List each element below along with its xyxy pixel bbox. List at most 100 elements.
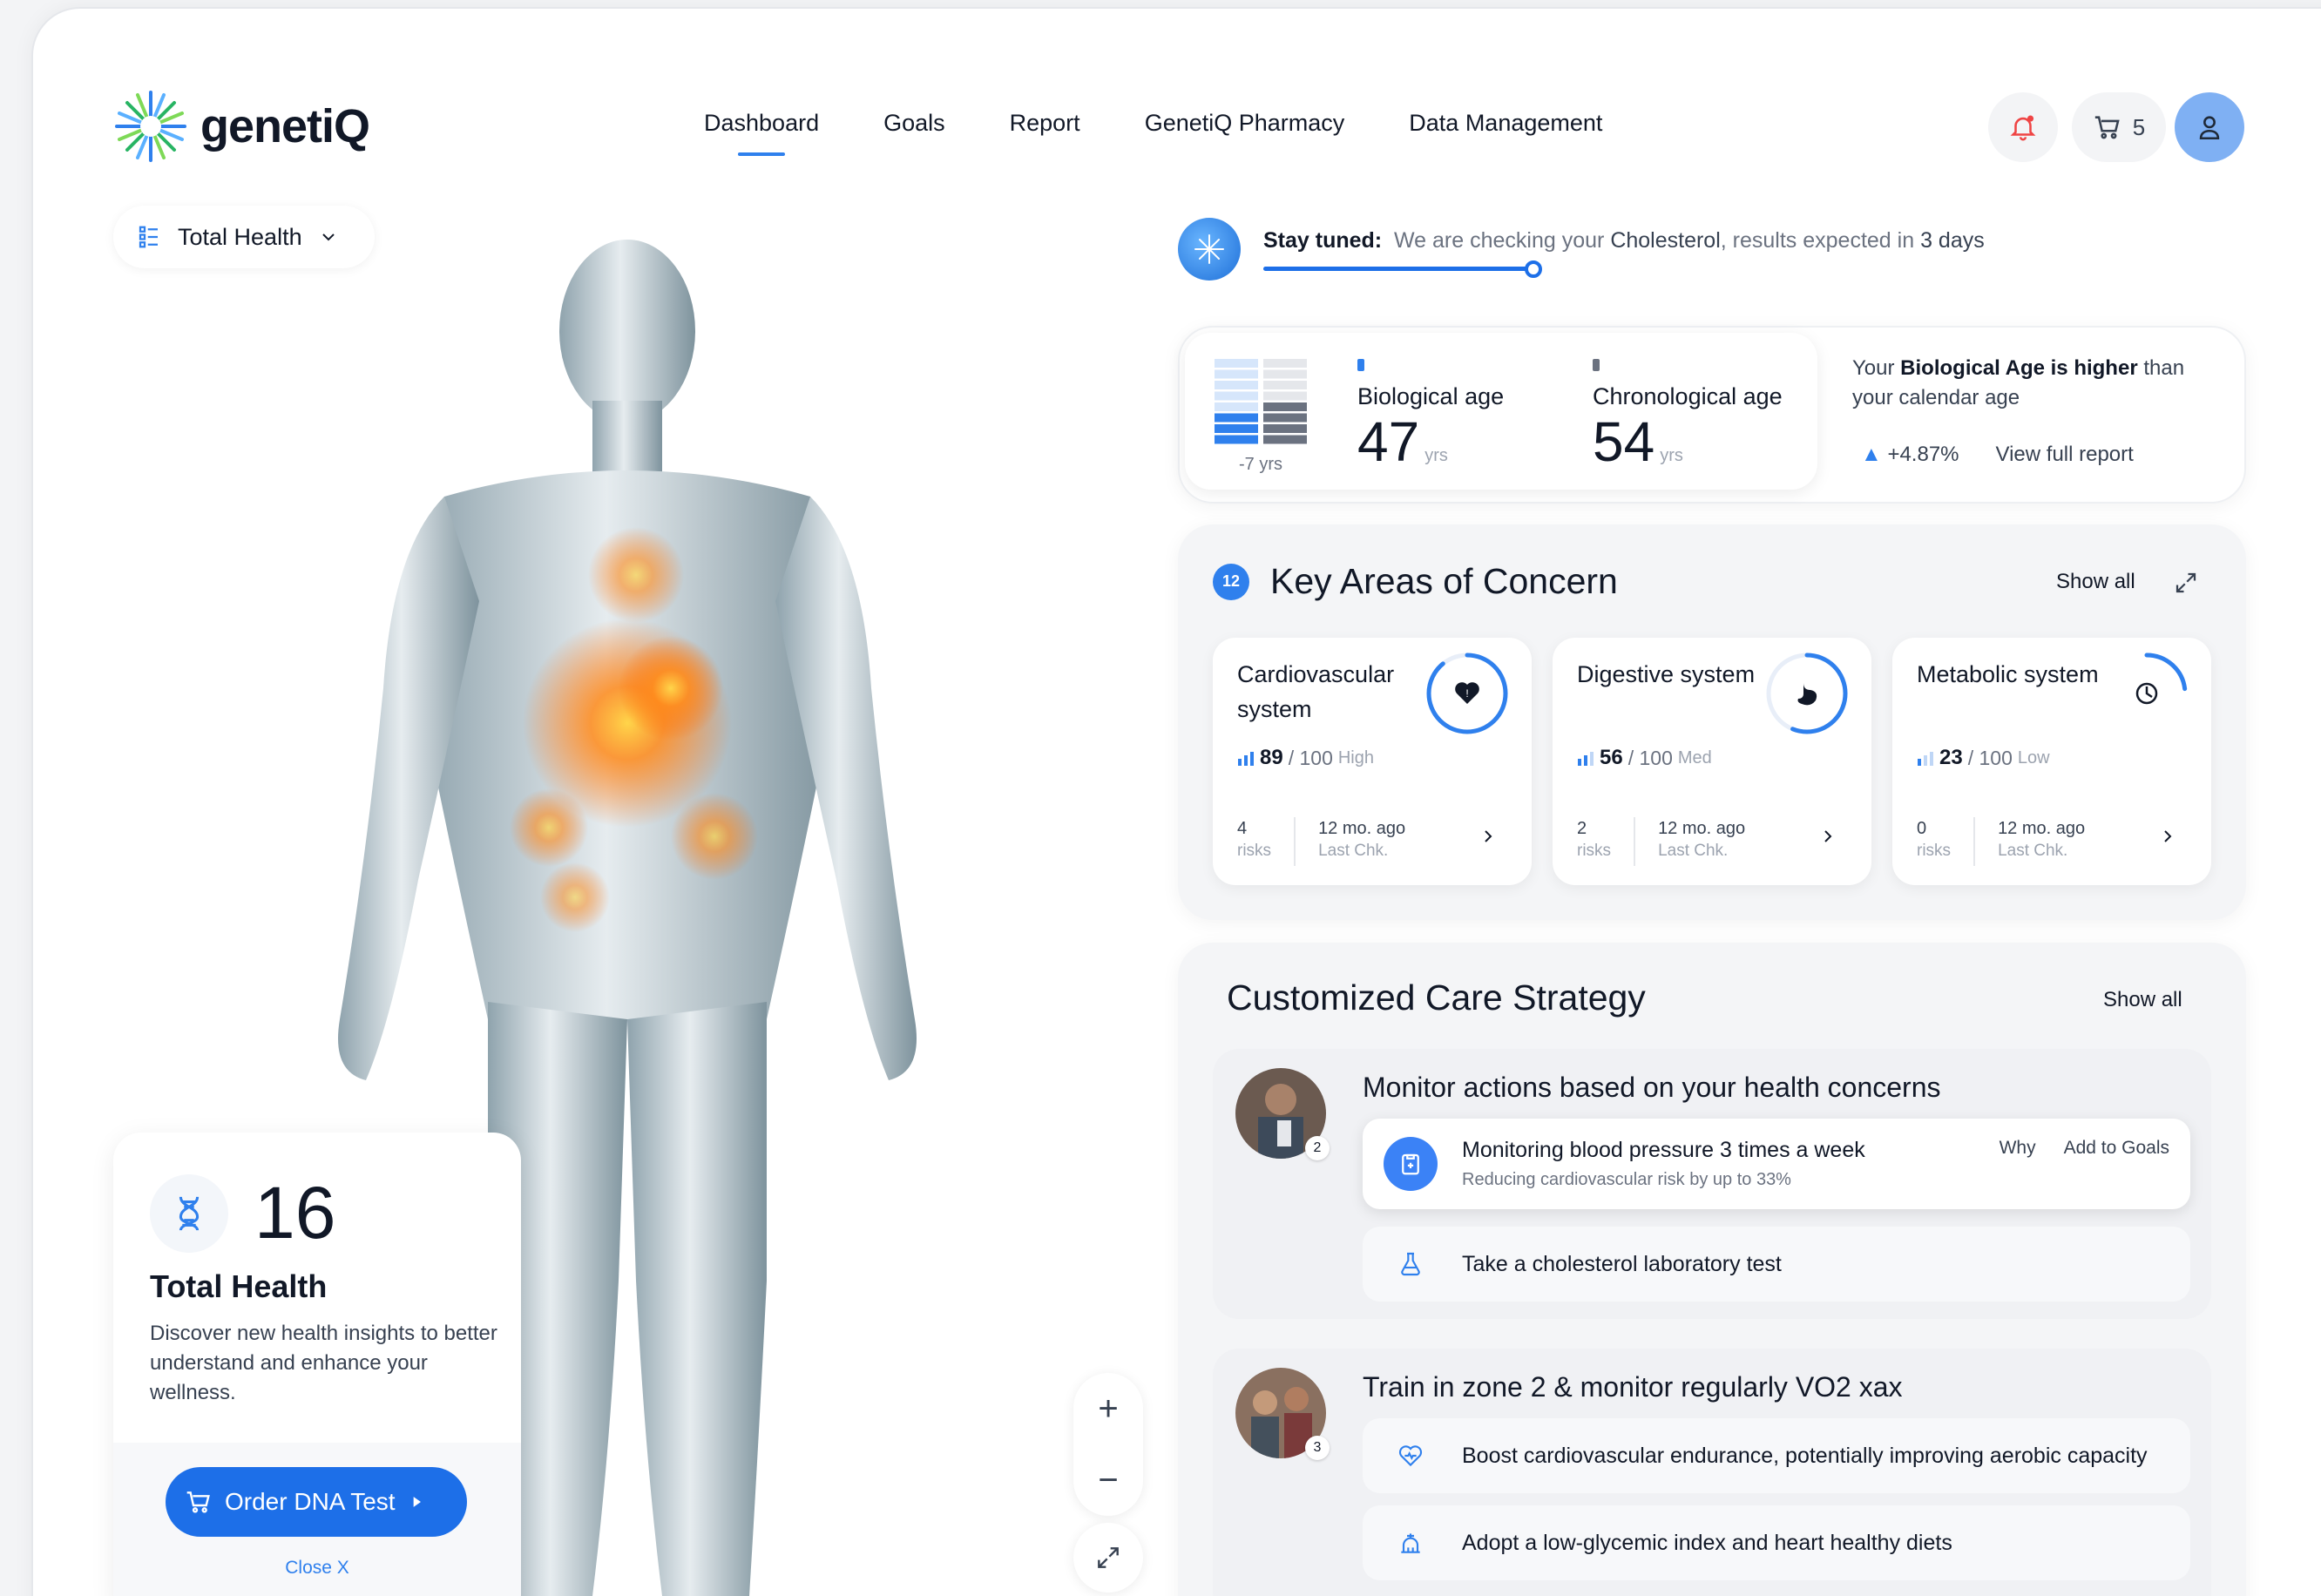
status-prefix: We are checking your bbox=[1394, 228, 1605, 253]
chronological-age-value: 54 yrs bbox=[1593, 410, 1683, 473]
concern-score: 56/ 100 Med bbox=[1577, 746, 1712, 770]
care-group-title: Monitor actions based on your health con… bbox=[1363, 1072, 1941, 1103]
biological-age-bar-block bbox=[1215, 413, 1258, 423]
signal-icon bbox=[1238, 752, 1254, 766]
brand-logo[interactable]: genetiQ bbox=[112, 87, 370, 166]
nav-pharmacy[interactable]: GenetiQ Pharmacy bbox=[1145, 110, 1345, 137]
biological-age-bar-block bbox=[1215, 369, 1258, 379]
care-item[interactable]: Monitoring blood pressure 3 times a week… bbox=[1363, 1119, 2190, 1209]
why-button[interactable]: Why bbox=[2000, 1138, 2036, 1159]
metabolism-icon bbox=[2135, 682, 2158, 705]
info-card-description: Discover new health insights to better u… bbox=[150, 1322, 497, 1404]
status-progress-knob bbox=[1525, 260, 1542, 278]
status-eta: 3 days bbox=[1920, 228, 1985, 253]
age-trend-value: ▲ +4.87% bbox=[1861, 443, 1959, 466]
care-group-monitor: 2 Monitor actions based on your health c… bbox=[1213, 1049, 2211, 1319]
signal-icon bbox=[1578, 752, 1594, 766]
concern-card-cardiovascular[interactable]: Cardiovascular system ! 89/ 100 High 4 ris… bbox=[1213, 638, 1532, 885]
concerns-header: 12 Key Areas of Concern bbox=[1213, 561, 1618, 602]
concern-meta: 4 risks 12 mo. ago Last Chk. bbox=[1237, 817, 1405, 866]
chronological-age-marker bbox=[1593, 359, 1600, 371]
add-to-goals-button[interactable]: Add to Goals bbox=[2064, 1138, 2169, 1159]
age-delta: -7 yrs bbox=[1239, 455, 1283, 474]
lab-test-icon bbox=[1384, 1237, 1438, 1291]
status-label: Stay tuned: bbox=[1263, 228, 1383, 253]
chronological-age-bar-block bbox=[1263, 413, 1307, 423]
care-group-title: Train in zone 2 & monitor regularly VO2 … bbox=[1363, 1371, 1903, 1403]
age-trend-row: ▲ +4.87% View full report bbox=[1861, 443, 2134, 467]
zoom-in-button[interactable]: + bbox=[1073, 1373, 1143, 1444]
expand-icon[interactable] bbox=[2173, 570, 2199, 596]
care-strategy-title: Customized Care Strategy bbox=[1227, 977, 1646, 1018]
logo-burst-icon bbox=[115, 91, 186, 162]
concern-name: Metabolic system bbox=[1917, 661, 2099, 687]
chronological-age-bar-block bbox=[1263, 359, 1307, 368]
status-subject: Cholesterol bbox=[1610, 228, 1721, 253]
biological-age-value: 47 yrs bbox=[1357, 410, 1448, 473]
concern-card-metabolic[interactable]: Metabolic system 23/ 100 Low 0 risks 12 mo… bbox=[1892, 638, 2211, 885]
notifications-button[interactable] bbox=[1988, 92, 2058, 162]
view-full-report-link[interactable]: View full report bbox=[1996, 443, 2134, 467]
heart-icon: ! bbox=[1455, 682, 1479, 704]
close-card-link[interactable]: Close X bbox=[113, 1558, 521, 1579]
biological-age-marker bbox=[1357, 359, 1364, 371]
concern-card-digestive[interactable]: Digestive system 56/ 100 Med 2 risks 12 mo… bbox=[1553, 638, 1871, 885]
fullscreen-button[interactable] bbox=[1073, 1523, 1143, 1593]
chronological-age-block: Chronological age 54 yrs bbox=[1593, 359, 1783, 484]
concern-score-ring: ! bbox=[1426, 653, 1508, 734]
status-middle: , results expected in bbox=[1720, 228, 1915, 253]
zoom-out-button[interactable]: − bbox=[1073, 1444, 1143, 1516]
concern-name: Cardiovascular system bbox=[1237, 661, 1395, 722]
cart-icon bbox=[186, 1491, 210, 1513]
zoom-controls: + − bbox=[1073, 1373, 1143, 1516]
care-item[interactable]: Adopt a low-glycemic index and heart hea… bbox=[1363, 1505, 2190, 1580]
chevron-right-icon[interactable] bbox=[2157, 826, 2178, 847]
cart-icon bbox=[2094, 116, 2120, 139]
nav-goals[interactable]: Goals bbox=[883, 110, 945, 137]
age-insight-text: Your Biological Age is higher than your … bbox=[1852, 356, 2185, 409]
cart-button[interactable]: 5 bbox=[2072, 92, 2166, 162]
nutrition-icon bbox=[1384, 1516, 1438, 1570]
chronological-age-bar-block bbox=[1263, 369, 1307, 379]
chronological-age-bar-block bbox=[1263, 424, 1307, 433]
care-item[interactable]: Boost cardiovascular endurance, potentia… bbox=[1363, 1418, 2190, 1493]
biological-age-block: Biological age 47 yrs bbox=[1357, 359, 1504, 484]
expand-icon bbox=[1098, 1547, 1119, 1568]
concerns-count-badge: 12 bbox=[1213, 563, 1249, 600]
care-group-count: 2 bbox=[1305, 1136, 1330, 1160]
care-group-train: 3 Train in zone 2 & monitor regularly VO… bbox=[1213, 1349, 2211, 1596]
concerns-title: Key Areas of Concern bbox=[1270, 561, 1618, 601]
concerns-show-all[interactable]: Show all bbox=[2056, 570, 2135, 594]
nav-report[interactable]: Report bbox=[1010, 110, 1080, 137]
biological-age-label: Biological age bbox=[1357, 383, 1505, 409]
heart-pulse-icon bbox=[1384, 1429, 1438, 1483]
health-insight-count: 16 bbox=[254, 1172, 336, 1254]
concern-name: Digestive system bbox=[1577, 661, 1756, 687]
care-item[interactable]: Take a cholesterol laboratory test bbox=[1363, 1227, 2190, 1302]
order-dna-test-button[interactable]: Order DNA Test bbox=[166, 1467, 467, 1537]
concern-score-ring bbox=[1766, 653, 1848, 734]
signal-icon bbox=[1918, 752, 1933, 766]
concern-meta: 2 risks 12 mo. ago Last Chk. bbox=[1577, 817, 1745, 866]
view-selector-label: Total Health bbox=[178, 223, 302, 250]
status-progress-bar bbox=[1263, 267, 1533, 271]
processing-icon bbox=[1178, 218, 1241, 281]
svg-text:!: ! bbox=[1465, 687, 1468, 700]
caret-right-icon bbox=[413, 1497, 421, 1507]
concern-score: 89/ 100 High bbox=[1237, 746, 1374, 770]
biological-age-bar-block bbox=[1215, 435, 1258, 444]
nav-data-management[interactable]: Data Management bbox=[1409, 110, 1602, 137]
profile-button[interactable] bbox=[2175, 92, 2244, 162]
chevron-right-icon[interactable] bbox=[1478, 826, 1499, 847]
nav-dashboard[interactable]: Dashboard bbox=[704, 110, 819, 137]
chevron-right-icon[interactable] bbox=[1817, 826, 1838, 847]
bell-icon bbox=[2010, 115, 2036, 141]
total-health-card: 16 Total Health Discover new health insi… bbox=[113, 1133, 521, 1596]
stomach-icon bbox=[1797, 683, 1817, 706]
care-item-text: Boost cardiovascular endurance, potentia… bbox=[1462, 1443, 2148, 1468]
biological-age-bar-block bbox=[1215, 424, 1258, 433]
biological-age-bar-block bbox=[1215, 381, 1258, 389]
age-bars-chart bbox=[1215, 359, 1307, 444]
care-show-all[interactable]: Show all bbox=[2103, 988, 2182, 1012]
biological-age-bar-block bbox=[1215, 402, 1258, 411]
